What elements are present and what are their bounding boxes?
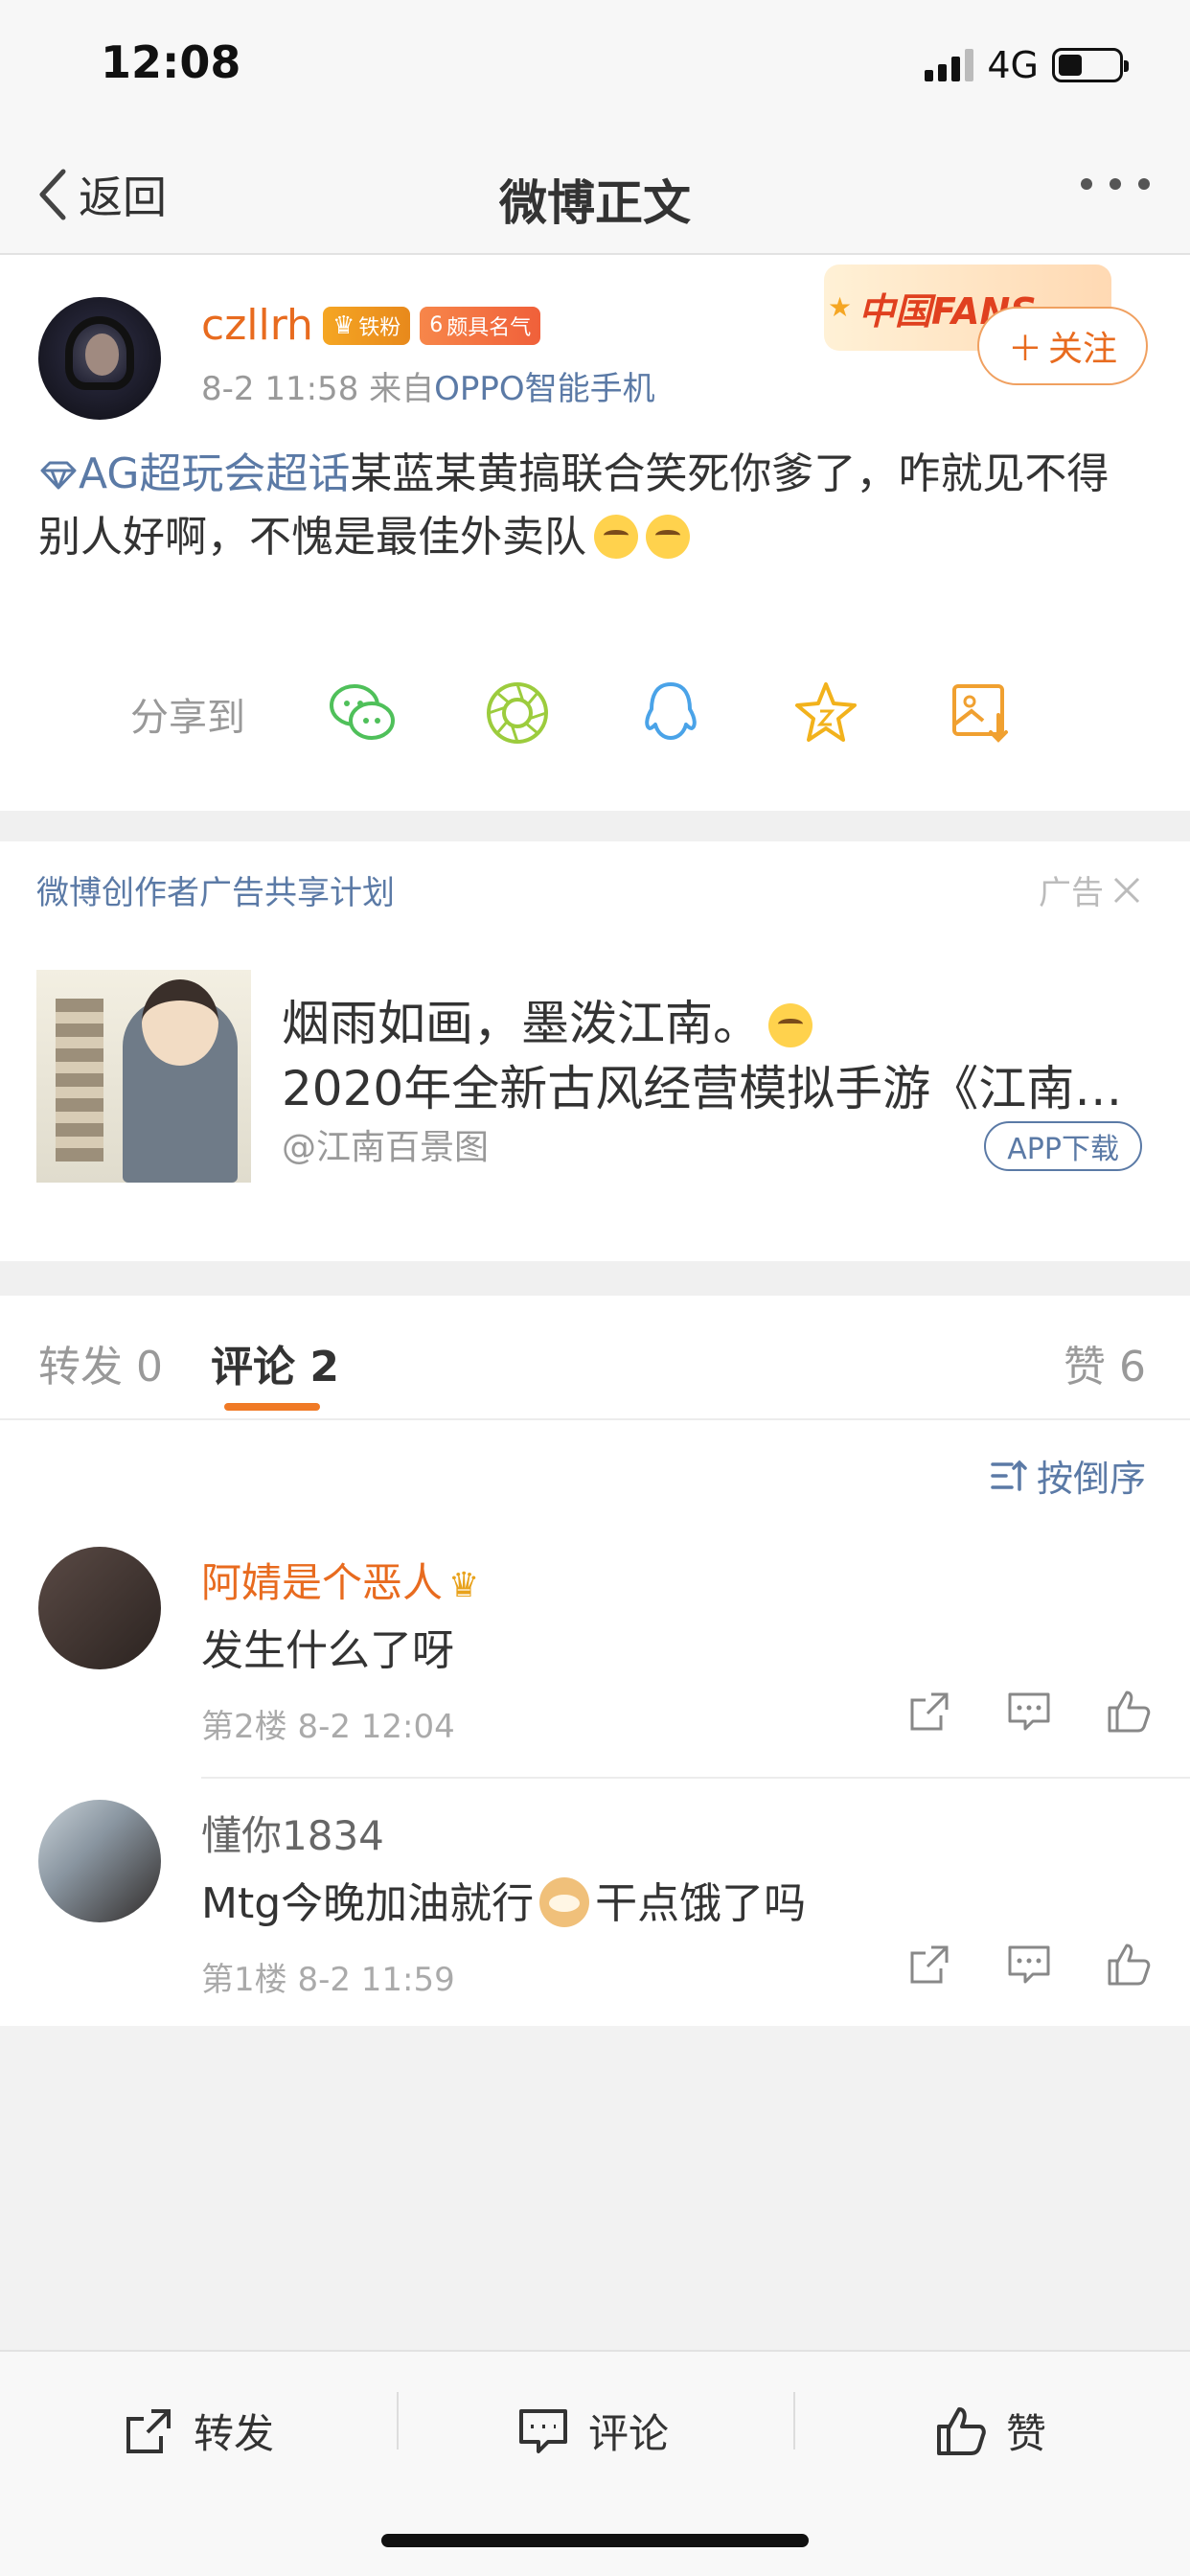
like-icon[interactable]	[1106, 1689, 1152, 1735]
toolbar-separator	[397, 2392, 399, 2450]
shush-emoji-icon	[768, 1003, 812, 1047]
share-row: 分享到	[0, 657, 1190, 753]
comment-icon	[519, 2408, 567, 2453]
thumbs-up-icon	[937, 2406, 986, 2455]
section-divider	[0, 811, 1190, 841]
level-badge-number: 6	[429, 313, 444, 337]
close-icon	[1113, 877, 1140, 903]
fan-badge: ♛ 铁粉	[322, 306, 411, 345]
post-card: czllrh ♛ 铁粉 6 颇具名气 8-2 11:58 来自OPPO智能手机 ★ …	[0, 255, 1190, 811]
ad-header[interactable]: 微博创作者广告共享计划	[36, 866, 395, 913]
comment-item: 懂你1834 Mtg今晚加油就行 干点饿了吗 第1楼 8-2 11:59	[0, 1800, 1190, 2049]
toolbar-separator	[793, 2392, 795, 2450]
app-download-button[interactable]: APP下载	[984, 1121, 1142, 1171]
comment-avatar[interactable]	[38, 1800, 161, 1922]
more-icon[interactable]	[1081, 178, 1150, 190]
repost-icon	[126, 2408, 171, 2453]
comment-author[interactable]: 阿婧是个恶人 ♛	[201, 1551, 479, 1609]
share-label: 分享到	[130, 696, 245, 740]
comment-author[interactable]: 懂你1834	[201, 1804, 384, 1862]
page-title: 微博正文	[499, 175, 691, 231]
status-bar: 12:08 4G	[0, 0, 1190, 134]
shrug-emoji-icon	[646, 515, 690, 559]
post-meta: 8-2 11:58 来自OPPO智能手机	[201, 362, 655, 409]
ad-image[interactable]	[36, 970, 251, 1183]
sort-icon	[991, 1460, 1027, 1491]
doge-emoji-icon	[539, 1877, 590, 1927]
home-indicator[interactable]	[381, 2534, 809, 2547]
tab-comment[interactable]: 评论 2	[211, 1332, 339, 1393]
network-label: 4G	[987, 44, 1039, 86]
share-icon[interactable]	[906, 1689, 952, 1735]
tab-like[interactable]: 赞 6	[1064, 1332, 1146, 1393]
sort-button[interactable]: 按倒序	[991, 1449, 1146, 1502]
comment-button[interactable]: 评论	[517, 2402, 669, 2460]
comment-actions	[906, 1942, 1152, 1988]
post-author-row: czllrh ♛ 铁粉 6 颇具名气	[201, 301, 541, 350]
crown-icon: ♛	[448, 1566, 480, 1605]
crown-icon: ♛	[332, 310, 355, 340]
wechat-icon[interactable]	[326, 677, 399, 749]
level-badge: 6 颇具名气	[420, 306, 541, 345]
post-author-avatar[interactable]	[38, 297, 161, 420]
reply-icon[interactable]	[1006, 1942, 1052, 1988]
section-divider	[0, 1261, 1190, 1296]
comment-item: 阿婧是个恶人 ♛ 发生什么了呀 第2楼 8-2 12:04	[0, 1547, 1190, 1796]
ad-card[interactable]: 微博创作者广告共享计划 广告 烟雨如画，墨泼江南。 2020年全新古风经营模拟手…	[0, 841, 1190, 1261]
comment-text: Mtg今晚加油就行 干点饿了吗	[201, 1877, 807, 1928]
status-time: 12:08	[101, 36, 241, 88]
status-indicators: 4G	[925, 44, 1129, 86]
ad-description: 2020年全新古风经营模拟手游《江南…	[282, 1061, 1123, 1116]
favorite-icon[interactable]	[790, 677, 862, 749]
post-source-prefix: 来自	[369, 370, 435, 408]
ad-close[interactable]: 广告	[1039, 866, 1142, 913]
diamond-icon	[40, 461, 77, 490]
comment-list: 按倒序 阿婧是个恶人 ♛ 发生什么了呀 第2楼 8-2 12:04 懂你1834 …	[0, 1420, 1190, 2026]
moments-icon[interactable]	[481, 677, 554, 749]
comment-avatar[interactable]	[38, 1547, 161, 1669]
post-author-name[interactable]: czllrh	[201, 301, 313, 350]
post-time: 8-2 11:58	[201, 370, 359, 408]
star-icon: ★	[828, 291, 853, 323]
comment-meta: 第1楼 8-2 11:59	[201, 1961, 455, 1999]
shrug-emoji-icon	[594, 515, 638, 559]
qq-icon[interactable]	[634, 677, 707, 749]
signal-icon	[925, 49, 974, 81]
ad-source: @江南百景图	[282, 1128, 490, 1167]
post-source[interactable]: OPPO智能手机	[434, 370, 655, 408]
comment-text: 发生什么了呀	[201, 1626, 454, 1675]
comment-meta: 第2楼 8-2 12:04	[201, 1708, 455, 1746]
active-tab-indicator	[224, 1403, 320, 1411]
follow-button[interactable]: ＋关注	[977, 307, 1148, 385]
topic-link[interactable]: AG超玩会超话	[38, 449, 350, 498]
ad-tag-label: 广告	[1039, 874, 1104, 912]
post-body: AG超玩会超话某蓝某黄搞联合笑死你爹了，咋就见不得别人好啊，不愧是最佳外卖队	[38, 443, 1150, 569]
interaction-tabs: 转发 0 评论 2 赞 6	[0, 1296, 1190, 1420]
reply-icon[interactable]	[1006, 1689, 1052, 1735]
battery-icon	[1052, 48, 1129, 82]
comment-divider	[201, 1777, 1190, 1779]
plus-icon: ＋	[1007, 330, 1042, 369]
tab-repost[interactable]: 转发 0	[38, 1332, 163, 1393]
ad-title: 烟雨如画，墨泼江南。	[282, 985, 812, 1054]
save-image-icon[interactable]	[945, 677, 1018, 749]
nav-bar: 返回 微博正文	[0, 134, 1190, 255]
share-icon[interactable]	[906, 1942, 952, 1988]
like-icon[interactable]	[1106, 1942, 1152, 1988]
level-badge-text: 颇具名气	[446, 315, 532, 340]
comment-actions	[906, 1689, 1152, 1735]
repost-button[interactable]: 转发	[123, 2402, 274, 2460]
like-button[interactable]: 赞	[935, 2402, 1046, 2460]
